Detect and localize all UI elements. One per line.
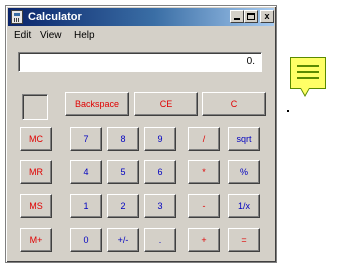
key-negate[interactable]: +/- xyxy=(107,228,139,252)
memory-add-button[interactable]: M+ xyxy=(20,228,52,252)
window-title: Calculator xyxy=(28,11,82,23)
backspace-button[interactable]: Backspace xyxy=(65,92,129,116)
maximize-icon xyxy=(247,13,255,20)
key-percent[interactable]: % xyxy=(228,160,260,184)
sticky-note-icon[interactable] xyxy=(290,57,326,97)
maximize-button[interactable] xyxy=(244,10,258,23)
key-subtract[interactable]: - xyxy=(188,194,220,218)
key-7[interactable]: 7 xyxy=(70,127,102,151)
note-line xyxy=(297,77,319,79)
result-display: 0. xyxy=(18,52,262,72)
clear-button[interactable]: C xyxy=(202,92,266,116)
key-6[interactable]: 6 xyxy=(144,160,176,184)
key-3[interactable]: 3 xyxy=(144,194,176,218)
key-multiply[interactable]: * xyxy=(188,160,220,184)
key-2[interactable]: 2 xyxy=(107,194,139,218)
memory-indicator xyxy=(22,94,48,120)
key-5[interactable]: 5 xyxy=(107,160,139,184)
title-bar[interactable]: Calculator x xyxy=(8,8,274,26)
key-add[interactable]: + xyxy=(188,228,220,252)
key-8[interactable]: 8 xyxy=(107,127,139,151)
memory-store-button[interactable]: MS xyxy=(20,194,52,218)
minimize-button[interactable] xyxy=(230,10,244,23)
key-equals[interactable]: = xyxy=(228,228,260,252)
memory-clear-button[interactable]: MC xyxy=(20,127,52,151)
key-divide[interactable]: / xyxy=(188,127,220,151)
note-tail xyxy=(301,88,309,95)
key-decimal[interactable]: . xyxy=(144,228,176,252)
minimize-icon xyxy=(234,18,240,20)
menu-view[interactable]: View xyxy=(40,30,62,41)
note-line xyxy=(297,71,319,73)
note-line xyxy=(297,65,319,67)
key-sqrt[interactable]: sqrt xyxy=(228,127,260,151)
clear-entry-button[interactable]: CE xyxy=(134,92,198,116)
key-reciprocal[interactable]: 1/x xyxy=(228,194,260,218)
memory-recall-button[interactable]: MR xyxy=(20,160,52,184)
key-9[interactable]: 9 xyxy=(144,127,176,151)
key-1[interactable]: 1 xyxy=(70,194,102,218)
key-4[interactable]: 4 xyxy=(70,160,102,184)
dot-marker xyxy=(287,110,289,112)
key-0[interactable]: 0 xyxy=(70,228,102,252)
menu-help[interactable]: Help xyxy=(74,30,95,41)
menu-bar: Edit View Help xyxy=(8,28,274,44)
close-button[interactable]: x xyxy=(260,10,274,23)
calculator-app-icon xyxy=(11,10,23,24)
menu-edit[interactable]: Edit xyxy=(14,30,31,41)
calculator-window: Calculator x Edit View Help 0. Backspace… xyxy=(5,5,277,263)
